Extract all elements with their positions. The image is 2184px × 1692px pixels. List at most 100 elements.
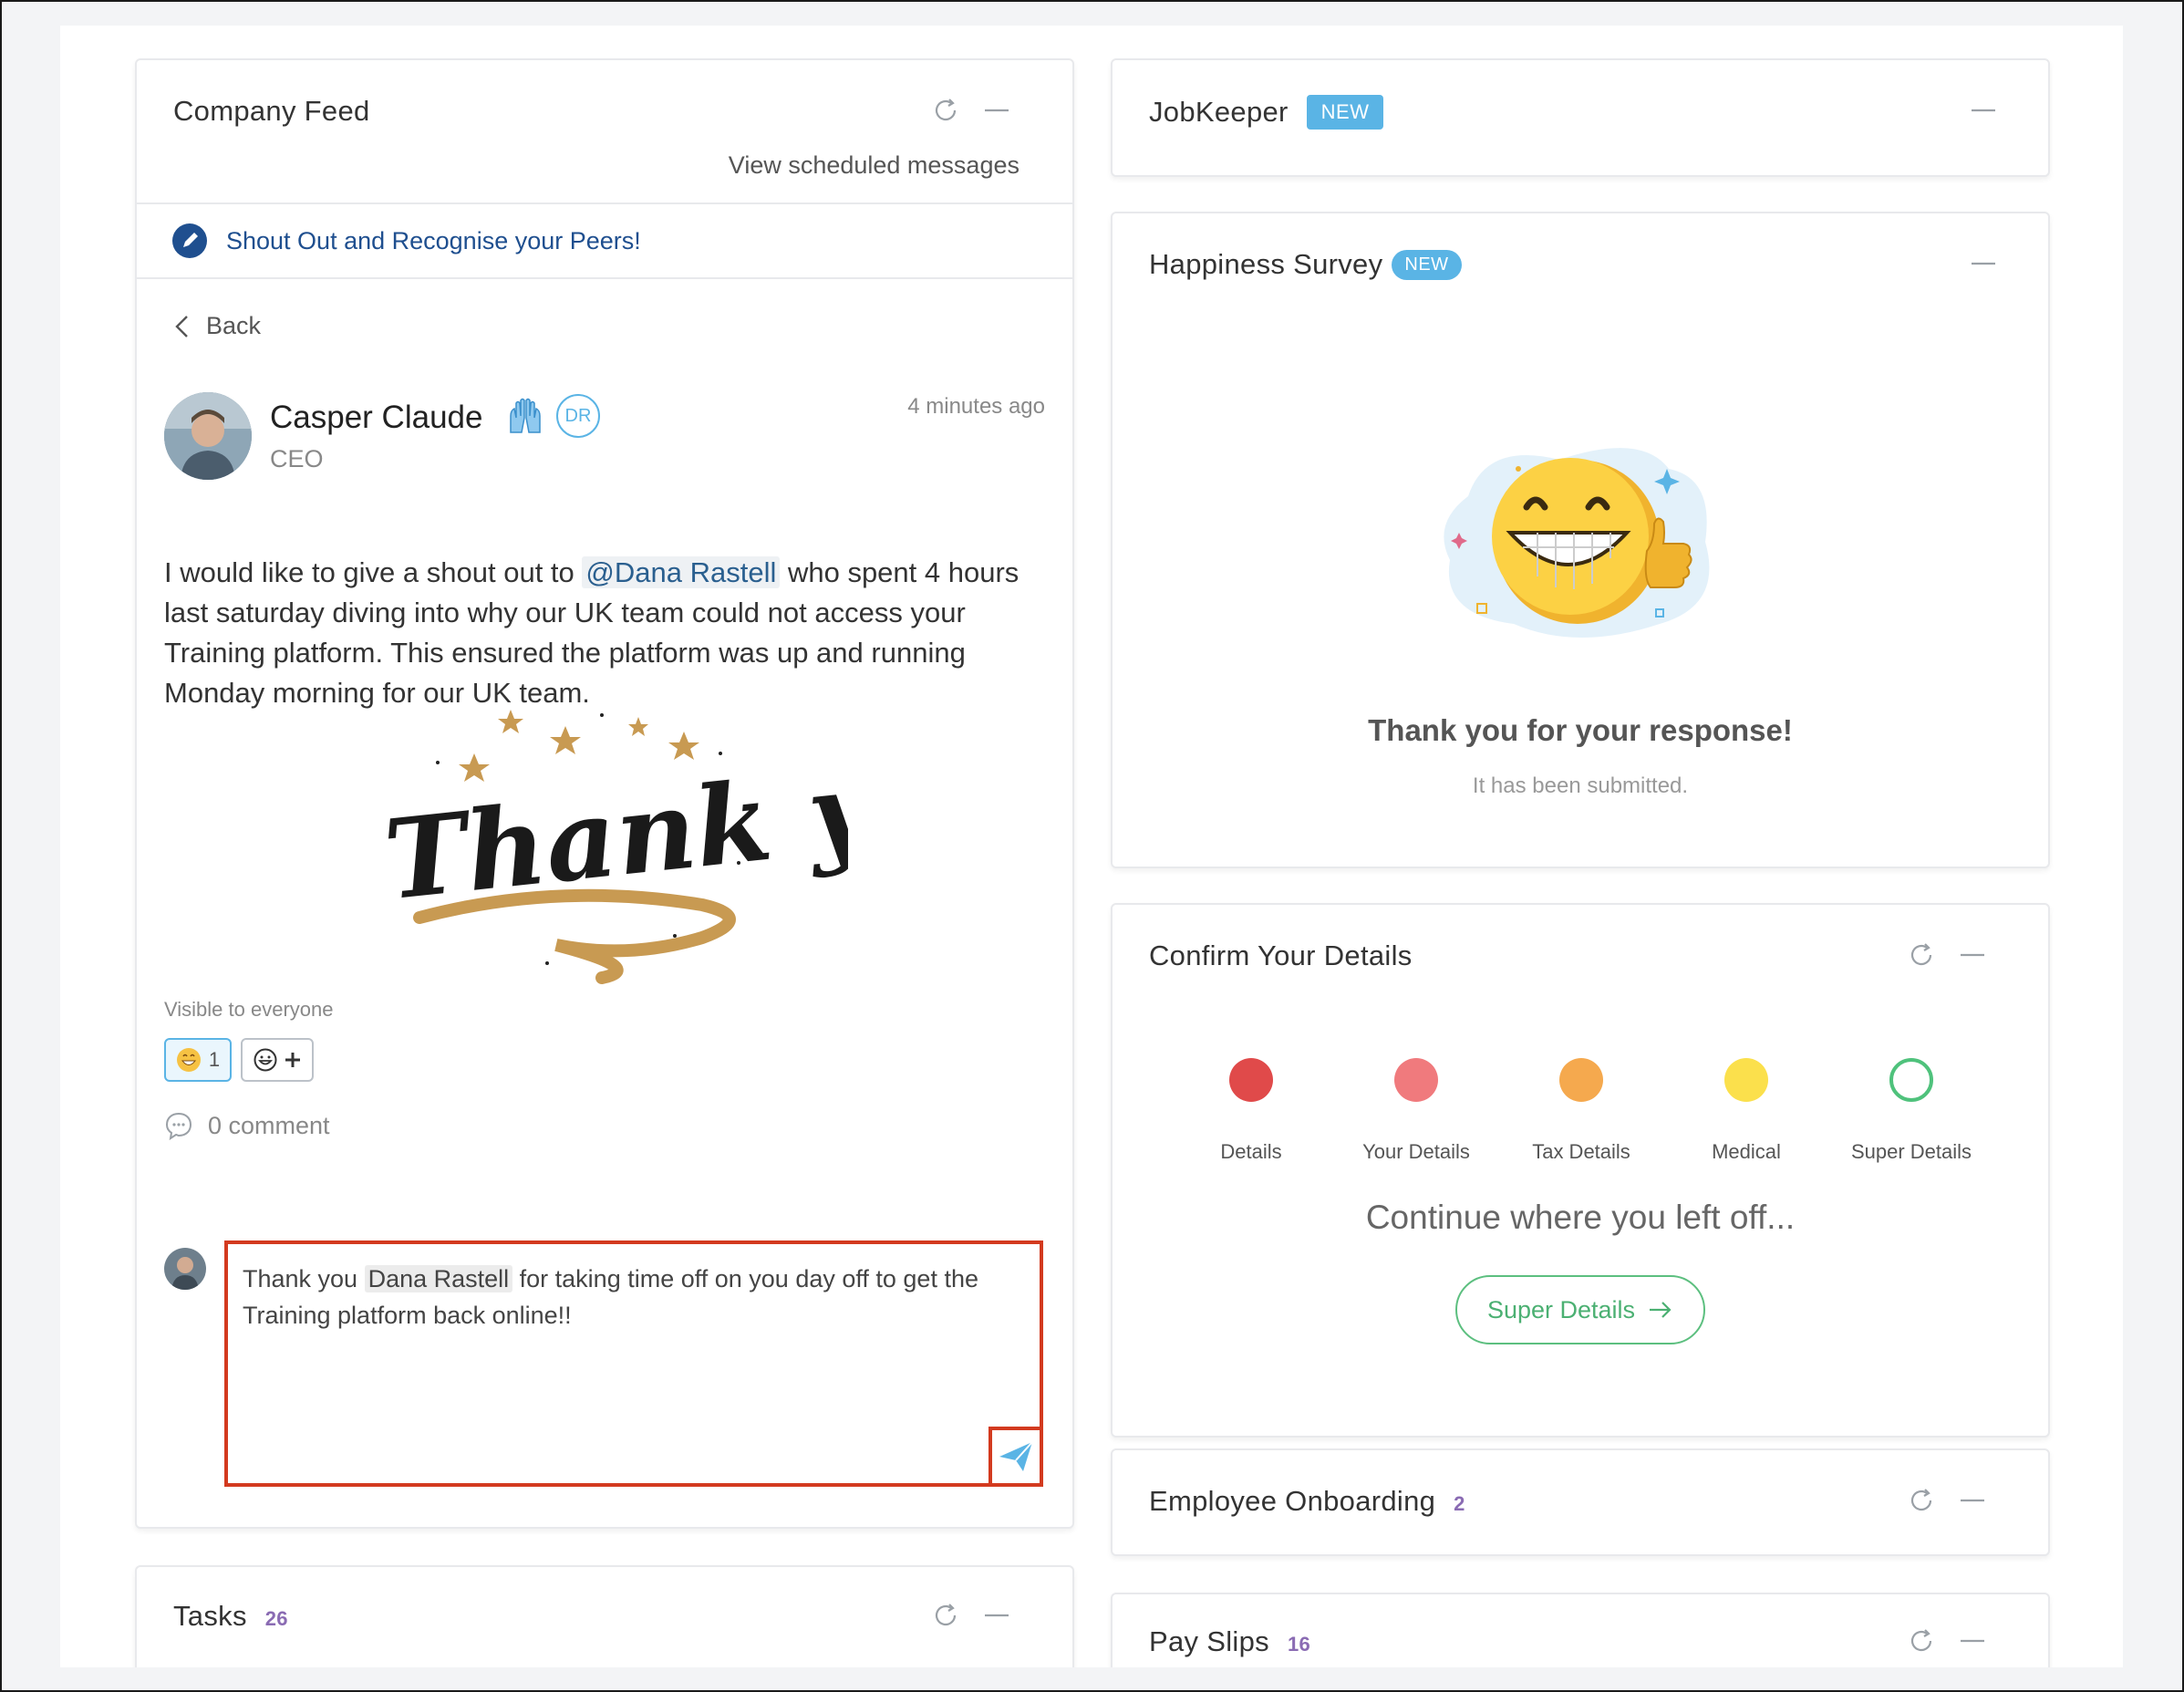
initials-badge[interactable]: DR <box>556 394 600 438</box>
jobkeeper-card: JobKeeper NEW <box>1111 58 2050 177</box>
comment-input[interactable]: Thank you Dana Rastell for taking time o… <box>224 1240 1043 1487</box>
tasks-controls <box>932 1602 1010 1629</box>
confirm-controls <box>1908 941 1986 969</box>
happiness-title-text: Happiness Survey <box>1149 248 1383 280</box>
step-dot-super-details[interactable] <box>1889 1058 1933 1102</box>
minimize-icon[interactable] <box>983 97 1010 124</box>
step-dot-your-details[interactable] <box>1394 1058 1438 1102</box>
new-badge: NEW <box>1392 249 1462 280</box>
company-feed-title: Company Feed <box>173 95 370 127</box>
step-dot-details[interactable] <box>1229 1058 1273 1102</box>
jobkeeper-controls <box>1970 97 1997 124</box>
step-label-super-details: Super Details <box>1850 1140 1972 1163</box>
post-time: 4 minutes ago <box>907 394 1045 419</box>
dashboard-canvas: Company Feed View scheduled messages Sho… <box>60 26 2123 1667</box>
visibility-label: Visible to everyone <box>164 998 334 1021</box>
happiness-survey-card: Happiness Survey NEW Thank you for your … <box>1111 212 2050 868</box>
minimize-icon[interactable] <box>1959 941 1986 969</box>
refresh-icon[interactable] <box>1908 941 1935 969</box>
smiley-outline-icon <box>254 1048 277 1072</box>
step-dot-medical[interactable] <box>1724 1058 1768 1102</box>
grin-emoji-icon <box>176 1048 201 1072</box>
jobkeeper-title: JobKeeper NEW <box>1149 95 1384 130</box>
refresh-icon[interactable] <box>932 97 959 124</box>
minimize-icon[interactable] <box>1959 1487 1986 1514</box>
arrow-right-icon <box>1650 1302 1672 1318</box>
continue-text: Continue where you left off... <box>1365 1199 1796 1236</box>
reaction-grin-button[interactable]: 1 <box>164 1038 232 1082</box>
author-avatar[interactable] <box>164 392 252 480</box>
confirm-details-card: Confirm Your Details Details Your Detail… <box>1111 903 2050 1438</box>
post-mention[interactable]: @Dana Rastell <box>582 556 781 588</box>
happiness-title: Happiness Survey NEW <box>1149 248 1462 281</box>
tasks-count: 26 <box>264 1607 288 1630</box>
send-button[interactable] <box>988 1427 1043 1487</box>
feed-divider-2 <box>137 277 1072 279</box>
refresh-icon[interactable] <box>932 1602 959 1629</box>
jobkeeper-title-text: JobKeeper <box>1149 96 1289 128</box>
payslips-title: Pay Slips 16 <box>1149 1625 1310 1658</box>
refresh-icon[interactable] <box>1908 1627 1935 1655</box>
comment-count: 0 comment <box>208 1111 330 1139</box>
step-label-details: Details <box>1220 1140 1282 1163</box>
tasks-title-text: Tasks <box>173 1600 247 1632</box>
tasks-title: Tasks 26 <box>173 1600 288 1633</box>
onboarding-count: 2 <box>1454 1492 1465 1515</box>
happy-face-illustration <box>1444 448 1710 638</box>
shoutout-bar[interactable]: Shout Out and Recognise your Peers! <box>171 223 641 259</box>
payslips-title-text: Pay Slips <box>1149 1625 1269 1657</box>
reaction-count: 1 <box>208 1048 221 1071</box>
onboarding-title: Employee Onboarding 2 <box>1149 1485 1465 1518</box>
comment-bubble-icon <box>165 1112 192 1140</box>
author-name[interactable]: Casper Claude <box>270 400 482 436</box>
comment-text: Thank you Dana Rastell for taking time o… <box>243 1261 1007 1334</box>
back-link[interactable]: Back <box>173 312 261 340</box>
comment-count-row[interactable]: 0 comment <box>164 1111 330 1140</box>
view-scheduled-messages-link[interactable]: View scheduled messages <box>729 151 1020 180</box>
plus-icon <box>285 1053 300 1067</box>
minimize-icon[interactable] <box>1959 1627 1986 1655</box>
chevron-left-icon <box>175 315 188 337</box>
step-label-medical: Medical <box>1712 1140 1781 1163</box>
post-text: I would like to give a shout out to @Dan… <box>164 553 1040 713</box>
thank-you-illustration: Thank you! <box>379 710 848 984</box>
step-label-your-details: Your Details <box>1362 1140 1470 1163</box>
minimize-icon[interactable] <box>1970 250 1997 277</box>
new-badge: NEW <box>1306 95 1384 130</box>
avatar-photo <box>164 392 252 480</box>
progress-track <box>1229 1058 1933 1102</box>
super-details-button-label: Super Details <box>1486 1295 1636 1323</box>
survey-thanks: Thank you for your response! <box>1368 713 1793 747</box>
back-label: Back <box>206 312 262 339</box>
company-feed-controls <box>932 97 1010 124</box>
add-reaction-button[interactable] <box>241 1038 314 1082</box>
payslips-count: 16 <box>1287 1633 1311 1656</box>
step-label-tax-details: Tax Details <box>1532 1140 1630 1163</box>
comment-mention[interactable]: Dana Rastell <box>364 1265 513 1292</box>
onboarding-title-text: Employee Onboarding <box>1149 1485 1436 1517</box>
minimize-icon[interactable] <box>1970 97 1997 124</box>
confirm-title: Confirm Your Details <box>1149 939 1413 971</box>
minimize-icon[interactable] <box>983 1602 1010 1629</box>
raised-hands-icon <box>505 396 545 444</box>
onboarding-controls <box>1908 1487 1986 1514</box>
super-details-button[interactable]: Super Details <box>1455 1275 1705 1344</box>
survey-submitted: It has been submitted. <box>1472 773 1689 798</box>
company-feed-card: Company Feed View scheduled messages Sho… <box>135 58 1074 1529</box>
pencil-icon <box>172 223 207 258</box>
author-role: CEO <box>270 445 324 472</box>
tasks-card: Tasks 26 <box>135 1565 1074 1667</box>
happiness-controls <box>1970 250 1997 277</box>
commenter-avatar <box>164 1248 206 1290</box>
payslips-controls <box>1908 1627 1986 1655</box>
refresh-icon[interactable] <box>1908 1487 1935 1514</box>
window-frame: Company Feed View scheduled messages Sho… <box>0 0 2184 1692</box>
employee-onboarding-card: Employee Onboarding 2 <box>1111 1448 2050 1556</box>
paper-plane-icon <box>999 1441 1033 1471</box>
comment-text-start: Thank you <box>243 1265 365 1292</box>
post-text-start: I would like to give a shout out to <box>164 556 583 588</box>
step-dot-tax-details[interactable] <box>1559 1058 1603 1102</box>
shoutout-label: Shout Out and Recognise your Peers! <box>226 226 641 254</box>
feed-divider <box>137 202 1072 204</box>
pay-slips-card: Pay Slips 16 <box>1111 1593 2050 1667</box>
